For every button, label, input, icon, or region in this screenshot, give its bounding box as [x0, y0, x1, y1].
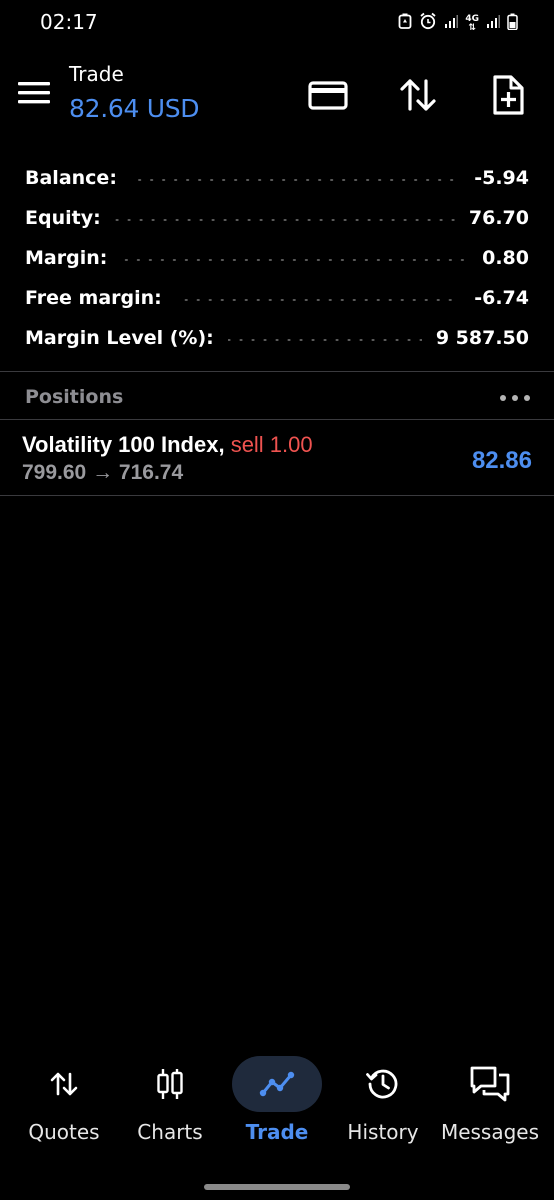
- new-order-button[interactable]: [487, 74, 529, 116]
- equity-value: 76.70: [468, 207, 529, 229]
- margin-level-label: Margin Level (%):: [25, 327, 214, 349]
- network-type-label: 4G ⇅: [465, 13, 479, 33]
- arrow-right-icon: →: [92, 461, 114, 484]
- nav-charts-label: Charts: [137, 1120, 203, 1144]
- open-price: 799.60: [22, 461, 87, 484]
- deposit-button[interactable]: [307, 74, 349, 116]
- sort-arrows-icon: [400, 79, 436, 111]
- header-balance: 82.64 USD: [69, 94, 200, 123]
- equity-row: Equity: 76.70: [25, 198, 529, 238]
- position-side-volume: sell 1.00: [230, 432, 313, 457]
- quotes-icon: [50, 1072, 78, 1096]
- position-symbol: Volatility 100 Index,: [22, 432, 225, 457]
- new-document-icon: [493, 75, 524, 115]
- hamburger-icon: [18, 82, 50, 104]
- nav-history-label: History: [347, 1120, 419, 1144]
- margin-level-value: 9 587.50: [435, 327, 529, 349]
- dotted-leader: [114, 219, 455, 221]
- position-prices: 799.60 → 716.74: [22, 461, 183, 485]
- status-time: 02:17: [40, 10, 98, 34]
- dotted-leader: [121, 259, 469, 261]
- nav-icon-wrap: [125, 1056, 215, 1112]
- nav-messages-label: Messages: [440, 1120, 540, 1144]
- position-profit: 82.86: [471, 447, 532, 474]
- free-margin-value: -6.74: [474, 287, 529, 309]
- menu-button[interactable]: [18, 80, 50, 106]
- history-icon: [366, 1069, 398, 1099]
- nav-icon-wrap: [19, 1056, 109, 1112]
- alarm-icon: [419, 12, 437, 35]
- balance-label: Balance:: [25, 167, 117, 189]
- dotted-leader: [227, 339, 422, 341]
- status-bar: 02:17 4G ⇅: [0, 0, 554, 46]
- credit-card-icon: [308, 81, 348, 110]
- nav-icon-wrap: [338, 1056, 428, 1112]
- balance-row: Balance: -5.94: [25, 158, 529, 198]
- position-row[interactable]: Volatility 100 Index, sell 1.00 799.60 →…: [0, 420, 554, 495]
- app-header: Trade 82.64 USD: [0, 56, 554, 136]
- nav-charts[interactable]: Charts: [125, 1050, 215, 1150]
- balance-value: -5.94: [474, 167, 529, 189]
- nav-icon-wrap: [445, 1056, 535, 1112]
- divider: [0, 371, 554, 372]
- nav-trade-label: Trade: [245, 1120, 309, 1144]
- current-price: 716.74: [118, 461, 184, 484]
- dotted-leader: [130, 179, 461, 181]
- margin-level-row: Margin Level (%): 9 587.50: [25, 318, 529, 358]
- nav-quotes[interactable]: Quotes: [19, 1050, 109, 1150]
- more-dot-icon: [500, 395, 506, 401]
- nav-quotes-label: Quotes: [28, 1120, 100, 1144]
- trade-icon: [259, 1071, 295, 1097]
- home-indicator[interactable]: [204, 1184, 350, 1190]
- free-margin-row: Free margin: -6.74: [25, 278, 529, 318]
- candlestick-icon: [157, 1069, 183, 1099]
- position-title: Volatility 100 Index, sell 1.00: [22, 432, 313, 458]
- status-icons: 4G ⇅: [398, 12, 518, 35]
- nav-trade[interactable]: Trade: [232, 1050, 322, 1150]
- bottom-navigation: Quotes Charts Trade History Messages: [0, 1050, 554, 1160]
- more-dot-icon: [512, 395, 518, 401]
- messages-icon: [470, 1066, 510, 1102]
- dotted-leader: [175, 299, 461, 301]
- margin-row: Margin: 0.80: [25, 238, 529, 278]
- sort-button[interactable]: [397, 74, 439, 116]
- page-title: Trade: [69, 62, 124, 86]
- free-margin-label: Free margin:: [25, 287, 162, 309]
- more-dot-icon: [524, 395, 530, 401]
- signal-icon: [486, 14, 500, 33]
- nav-messages[interactable]: Messages: [440, 1050, 540, 1150]
- battery-saver-icon: [398, 13, 412, 34]
- divider: [0, 495, 554, 496]
- equity-label: Equity:: [25, 207, 101, 229]
- positions-section-title: Positions: [25, 386, 124, 408]
- signal-icon: [444, 14, 459, 33]
- positions-more-button[interactable]: [500, 393, 530, 403]
- nav-history[interactable]: History: [338, 1050, 428, 1150]
- margin-value: 0.80: [482, 247, 529, 269]
- battery-icon: [507, 13, 518, 35]
- margin-label: Margin:: [25, 247, 108, 269]
- nav-icon-wrap: [232, 1056, 322, 1112]
